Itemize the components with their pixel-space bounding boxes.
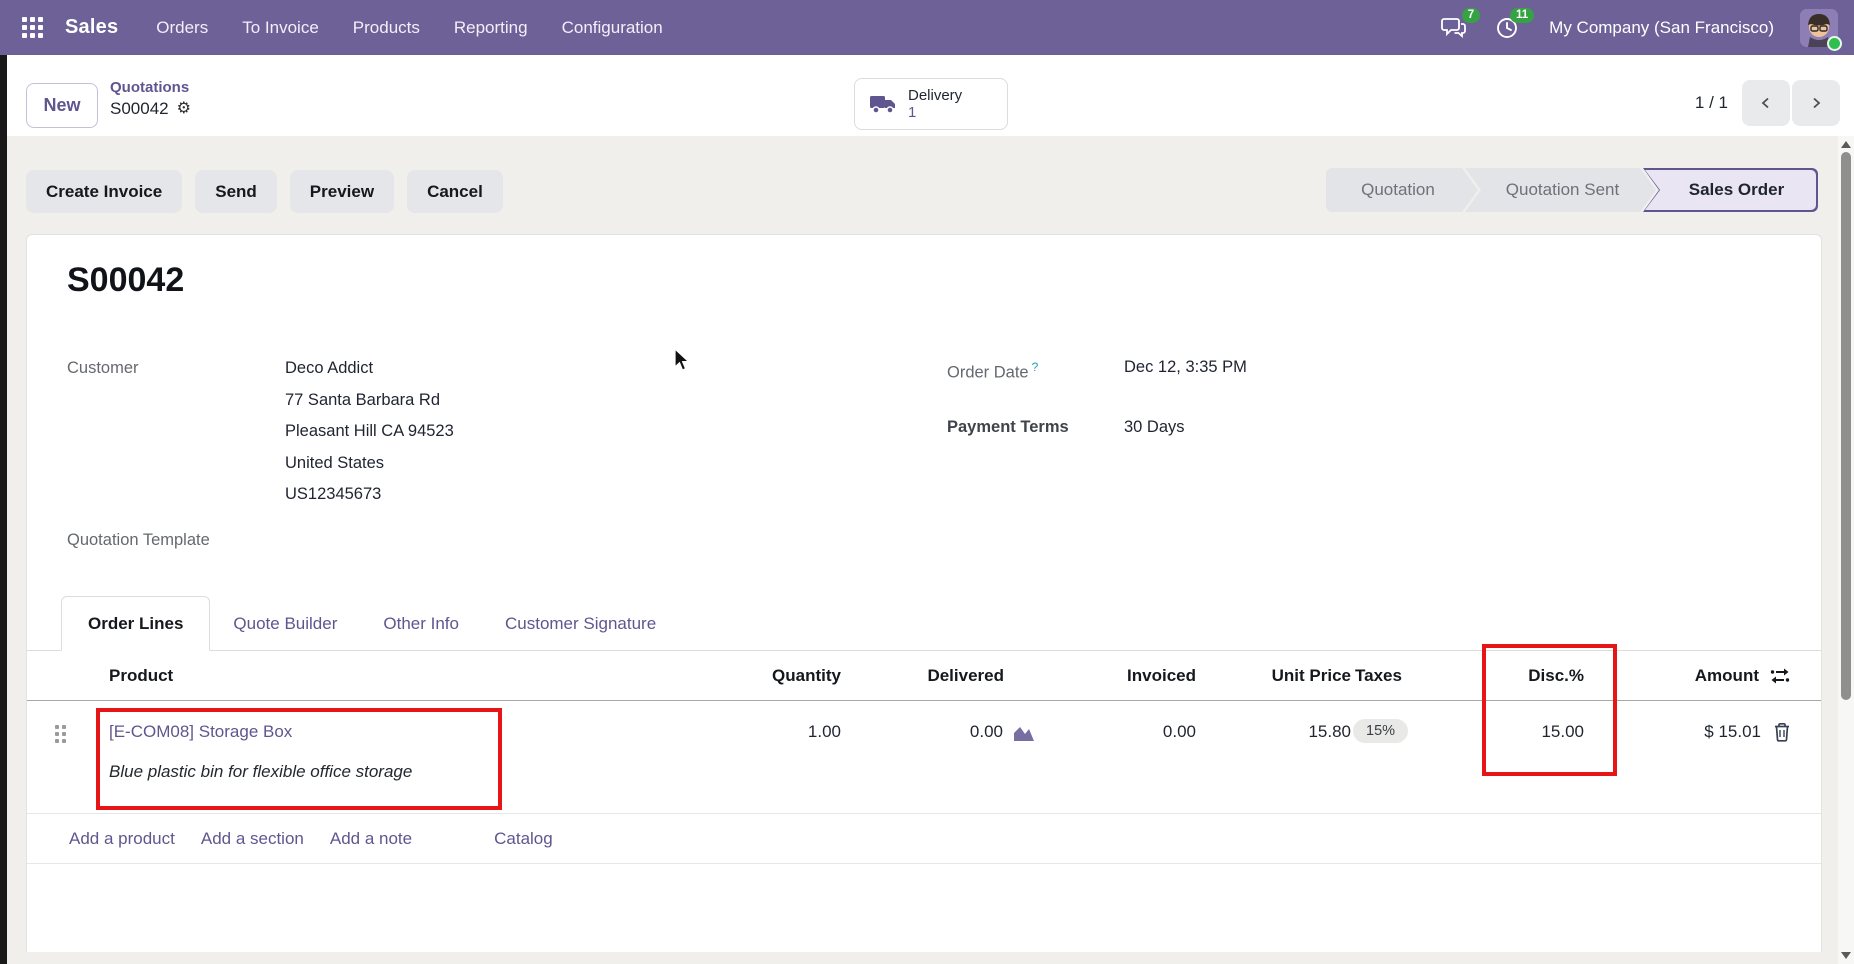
stage-sales-order[interactable]: Sales Order <box>1643 168 1818 212</box>
customer-label: Customer <box>67 353 285 511</box>
forecast-chart-icon[interactable] <box>1012 722 1036 743</box>
col-unit-price[interactable]: Unit Price <box>1196 666 1351 686</box>
payment-terms-label: Payment Terms <box>947 416 1124 438</box>
breadcrumb-quotations[interactable]: Quotations <box>110 79 191 96</box>
quantity-cell[interactable]: 1.00 <box>741 717 841 747</box>
top-menu: Orders To Invoice Products Reporting Con… <box>156 18 662 38</box>
quotation-template-label: Quotation Template <box>67 531 210 550</box>
table-footer-links: Add a product Add a section Add a note C… <box>27 814 1821 864</box>
activities-button[interactable]: 11 <box>1495 15 1523 41</box>
window-left-edge <box>0 55 7 964</box>
stage-quotation[interactable]: Quotation <box>1326 168 1478 212</box>
menu-products[interactable]: Products <box>353 18 420 38</box>
tab-customer-signature[interactable]: Customer Signature <box>482 596 679 651</box>
delivery-smart-button[interactable]: Delivery 1 <box>854 78 1008 130</box>
company-switcher[interactable]: My Company (San Francisco) <box>1549 18 1774 38</box>
scroll-down-arrow-icon[interactable] <box>1841 952 1851 959</box>
col-product[interactable]: Product <box>85 666 741 686</box>
invoiced-cell[interactable]: 0.00 <box>1036 717 1196 747</box>
scroll-up-arrow-icon[interactable] <box>1841 141 1851 148</box>
chevron-right-icon <box>1809 96 1823 110</box>
activities-badge: 11 <box>1510 8 1534 24</box>
stage-sales-order-label: Sales Order <box>1645 170 1816 210</box>
truck-icon <box>869 93 897 115</box>
delivery-count: 1 <box>908 104 962 121</box>
customer-link[interactable]: Deco Addict <box>285 353 454 385</box>
user-avatar[interactable] <box>1800 9 1838 47</box>
form-sheet: S00042 Customer Deco Addict 77 Santa Bar… <box>26 234 1822 952</box>
notebook-tabs: Order Lines Quote Builder Other Info Cus… <box>27 596 1821 651</box>
stage-quotation-sent[interactable]: Quotation Sent <box>1465 168 1656 212</box>
annotation-box-product <box>96 708 502 810</box>
toggle-columns-icon[interactable] <box>1769 667 1791 685</box>
tab-order-lines[interactable]: Order Lines <box>61 596 210 651</box>
action-button-bar: Create Invoice Send Preview Cancel <box>26 170 503 213</box>
help-icon[interactable]: ? <box>1032 360 1039 374</box>
menu-configuration[interactable]: Configuration <box>562 18 663 38</box>
annotation-box-discount <box>1482 644 1617 776</box>
record-name: S00042 <box>110 99 169 119</box>
col-delivered[interactable]: Delivered <box>841 666 1036 686</box>
preview-button[interactable]: Preview <box>290 170 394 213</box>
col-invoiced[interactable]: Invoiced <box>1036 666 1196 686</box>
customer-vat: US12345673 <box>285 479 454 511</box>
add-product-link[interactable]: Add a product <box>69 829 175 849</box>
pager-value: 1 / 1 <box>1695 93 1728 113</box>
menu-reporting[interactable]: Reporting <box>454 18 528 38</box>
create-invoice-button[interactable]: Create Invoice <box>26 170 182 213</box>
delivered-cell[interactable]: 0.00 <box>970 717 1003 747</box>
scrollbar-thumb[interactable] <box>1841 152 1851 700</box>
customer-country: United States <box>285 448 454 480</box>
send-button[interactable]: Send <box>195 170 277 213</box>
top-navbar: Sales Orders To Invoice Products Reporti… <box>0 0 1854 55</box>
odoo-sales-order-screen: Sales Orders To Invoice Products Reporti… <box>0 0 1854 964</box>
tax-badge[interactable]: 15% <box>1353 719 1408 743</box>
messages-button[interactable]: 7 <box>1441 15 1469 41</box>
customer-street: 77 Santa Barbara Rd <box>285 385 454 417</box>
amount-cell: $ 15.01 <box>1704 717 1761 747</box>
status-bar: Quotation Quotation Sent Sales Order <box>1326 168 1818 212</box>
pager-next-button[interactable] <box>1792 80 1840 126</box>
col-quantity[interactable]: Quantity <box>741 666 841 686</box>
order-title: S00042 <box>67 261 184 300</box>
pager: 1 / 1 <box>1695 80 1840 126</box>
cancel-button[interactable]: Cancel <box>407 170 503 213</box>
customer-field-group: Customer Deco Addict 77 Santa Barbara Rd… <box>67 353 454 511</box>
trash-icon[interactable] <box>1773 722 1791 742</box>
menu-to-invoice[interactable]: To Invoice <box>242 18 319 38</box>
vertical-scrollbar[interactable] <box>1838 136 1854 964</box>
pager-previous-button[interactable] <box>1742 80 1790 126</box>
delivery-label: Delivery <box>908 87 962 104</box>
breadcrumb: Quotations S00042 ⚙ <box>110 79 191 119</box>
order-date-value[interactable]: Dec 12, 3:35 PM <box>1124 356 1247 384</box>
order-date-label: Order Date? <box>947 356 1124 384</box>
tab-quote-builder[interactable]: Quote Builder <box>210 596 360 651</box>
drag-handle[interactable] <box>45 717 85 743</box>
chevron-left-icon <box>1759 96 1773 110</box>
tab-other-info[interactable]: Other Info <box>360 596 482 651</box>
order-field-group: Order Date? Dec 12, 3:35 PM Payment Term… <box>947 356 1247 438</box>
add-section-link[interactable]: Add a section <box>201 829 304 849</box>
messages-badge: 7 <box>1462 8 1480 24</box>
mouse-cursor <box>673 348 693 372</box>
apps-menu-icon[interactable] <box>22 17 43 38</box>
gear-icon[interactable]: ⚙ <box>177 101 191 117</box>
customer-city: Pleasant Hill CA 94523 <box>285 416 454 448</box>
online-status-dot <box>1827 36 1842 51</box>
unit-price-cell[interactable]: 15.80 <box>1196 717 1351 747</box>
menu-orders[interactable]: Orders <box>156 18 208 38</box>
add-note-link[interactable]: Add a note <box>330 829 412 849</box>
new-button[interactable]: New <box>26 83 98 128</box>
col-amount[interactable]: Amount <box>1695 666 1759 686</box>
catalog-link[interactable]: Catalog <box>494 829 553 849</box>
app-name[interactable]: Sales <box>65 16 118 39</box>
col-taxes[interactable]: Taxes <box>1351 666 1446 686</box>
payment-terms-value[interactable]: 30 Days <box>1124 416 1247 438</box>
